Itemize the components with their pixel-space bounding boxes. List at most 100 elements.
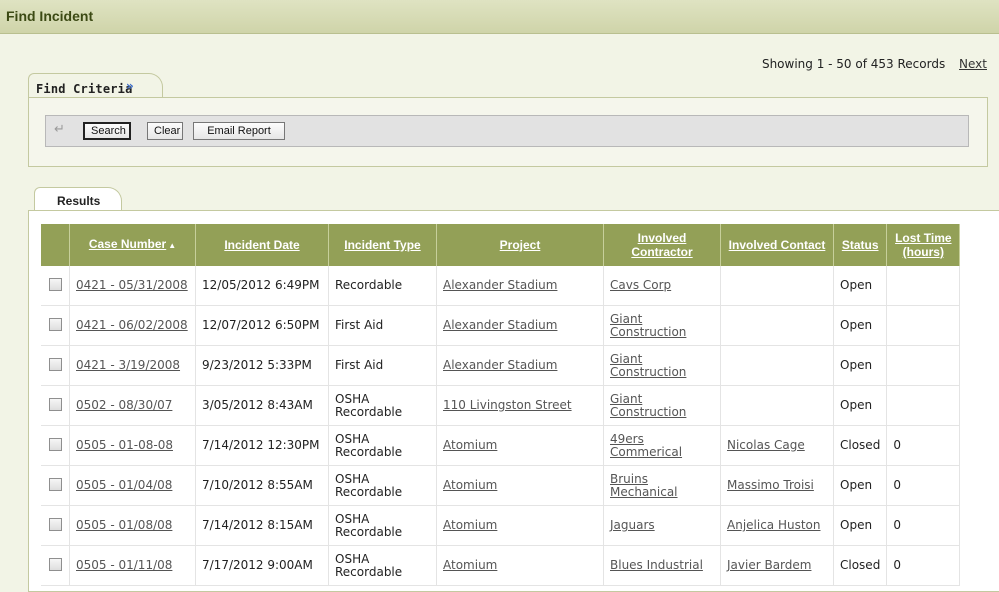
involved-contact-header-label[interactable]: Involved Contact <box>729 238 826 252</box>
incident-type-cell: First Aid <box>328 345 437 386</box>
status-header-label[interactable]: Status <box>842 238 879 252</box>
case-number-cell: 0421 - 05/31/2008 <box>69 266 196 306</box>
case-number-link[interactable]: 0421 - 3/19/2008 <box>76 358 180 372</box>
table-row: 0505 - 01/08/08 7/14/2012 8:15AM OSHA Reco… <box>41 505 961 546</box>
column-header-case-number[interactable]: Case Number ▲ <box>69 224 196 266</box>
case-number-link[interactable]: 0505 - 01/11/08 <box>76 558 172 572</box>
lost-time-header-label[interactable]: Lost Time (hours) <box>895 231 951 259</box>
case-number-link[interactable]: 0421 - 05/31/2008 <box>76 278 188 292</box>
project-cell: 110 Livingston Street <box>436 385 604 426</box>
contact-cell: Anjelica Huston <box>720 505 834 546</box>
contractor-link[interactable]: Giant Construction <box>610 392 686 419</box>
row-checkbox[interactable] <box>48 517 62 531</box>
project-link[interactable]: Alexander Stadium <box>443 318 557 332</box>
project-link[interactable]: Atomium <box>443 438 497 452</box>
row-checkbox[interactable] <box>48 317 62 331</box>
contractor-link[interactable]: 49ers Commerical <box>610 432 682 459</box>
incident-date-cell: 7/14/2012 12:30PM <box>195 425 329 466</box>
row-checkbox[interactable] <box>48 277 62 291</box>
select-column-header <box>41 224 70 266</box>
column-header-lost-time[interactable]: Lost Time (hours) <box>886 224 961 266</box>
project-link[interactable]: Alexander Stadium <box>443 278 557 292</box>
contractor-link[interactable]: Giant Construction <box>610 352 686 379</box>
row-checkbox[interactable] <box>48 357 62 371</box>
email-report-button[interactable]: Email Report <box>193 122 285 140</box>
case-number-link[interactable]: 0505 - 01/04/08 <box>76 478 172 492</box>
back-arrow-icon[interactable]: ↵ <box>54 122 65 137</box>
table-row: 0421 - 06/02/2008 12/07/2012 6:50PM First … <box>41 305 961 346</box>
contractor-link[interactable]: Giant Construction <box>610 312 686 339</box>
lost-time-cell: 0 <box>886 465 961 506</box>
incident-date-cell: 3/05/2012 8:43AM <box>195 385 329 426</box>
project-cell: Alexander Stadium <box>436 305 604 346</box>
row-checkbox[interactable] <box>48 397 62 411</box>
incident-date-cell: 12/07/2012 6:50PM <box>195 305 329 346</box>
column-header-project[interactable]: Project <box>436 224 604 266</box>
case-number-link[interactable]: 0505 - 01-08-08 <box>76 438 173 452</box>
status-cell: Open <box>833 505 888 546</box>
incident-date-cell: 7/17/2012 9:00AM <box>195 545 329 586</box>
row-checkbox[interactable] <box>48 477 62 491</box>
column-header-incident-type[interactable]: Incident Type <box>328 224 437 266</box>
contact-link[interactable]: Massimo Troisi <box>727 478 814 492</box>
lost-time-cell <box>886 305 961 346</box>
contact-link[interactable]: Nicolas Cage <box>727 438 805 452</box>
incident-date-header-label[interactable]: Incident Date <box>224 238 299 252</box>
status-cell: Closed <box>833 425 888 466</box>
contact-link[interactable]: Javier Bardem <box>727 558 811 572</box>
case-number-cell: 0505 - 01-08-08 <box>69 425 196 466</box>
page-title: Find Incident <box>6 8 94 24</box>
column-header-involved-contact[interactable]: Involved Contact <box>720 224 834 266</box>
status-cell: Open <box>833 266 888 306</box>
table-row: 0502 - 08/30/07 3/05/2012 8:43AM OSHA Reco… <box>41 385 961 426</box>
case-number-link[interactable]: 0505 - 01/08/08 <box>76 518 172 532</box>
row-select-cell <box>41 425 70 466</box>
project-link[interactable]: 110 Livingston Street <box>443 398 572 412</box>
double-chevron-down-icon[interactable]: » <box>126 79 134 93</box>
row-select-cell <box>41 385 70 426</box>
case-number-link[interactable]: 0502 - 08/30/07 <box>76 398 172 412</box>
project-cell: Atomium <box>436 425 604 466</box>
contractor-link[interactable]: Jaguars <box>610 518 655 532</box>
case-number-header-label[interactable]: Case Number <box>89 237 166 251</box>
find-criteria-tab[interactable]: Find Criteria » <box>28 73 163 98</box>
row-select-cell <box>41 305 70 346</box>
incident-type-header-label[interactable]: Incident Type <box>344 238 420 252</box>
project-link[interactable]: Atomium <box>443 478 497 492</box>
column-header-involved-contractor[interactable]: Involved Contractor <box>603 224 721 266</box>
contact-cell: Massimo Troisi <box>720 465 834 506</box>
incident-date-cell: 12/05/2012 6:49PM <box>195 266 329 306</box>
find-criteria-label: Find Criteria <box>36 82 133 96</box>
column-header-status[interactable]: Status <box>833 224 888 266</box>
project-link[interactable]: Atomium <box>443 558 497 572</box>
incident-type-cell: OSHA Recordable <box>328 545 437 586</box>
contractor-cell: Blues Industrial <box>603 545 721 586</box>
contractor-cell: Giant Construction <box>603 305 721 346</box>
contractor-link[interactable]: Bruins Mechanical <box>610 472 678 499</box>
project-link[interactable]: Alexander Stadium <box>443 358 557 372</box>
row-checkbox[interactable] <box>48 557 62 571</box>
contact-link[interactable]: Anjelica Huston <box>727 518 821 532</box>
record-count: Showing 1 - 50 of 453 Records <box>761 57 946 71</box>
incident-type-cell: First Aid <box>328 305 437 346</box>
search-button[interactable]: Search <box>83 122 131 140</box>
results-tab[interactable]: Results <box>34 187 122 212</box>
involved-contractor-header-label[interactable]: Involved Contractor <box>631 231 692 259</box>
row-select-cell <box>41 465 70 506</box>
contractor-cell: 49ers Commerical <box>603 425 721 466</box>
case-number-cell: 0421 - 06/02/2008 <box>69 305 196 346</box>
row-select-cell <box>41 545 70 586</box>
project-header-label[interactable]: Project <box>500 238 541 252</box>
row-select-cell <box>41 505 70 546</box>
contractor-link[interactable]: Cavs Corp <box>610 278 671 292</box>
contractor-cell: Giant Construction <box>603 345 721 386</box>
case-number-link[interactable]: 0421 - 06/02/2008 <box>76 318 188 332</box>
contractor-link[interactable]: Blues Industrial <box>610 558 703 572</box>
project-cell: Alexander Stadium <box>436 266 604 306</box>
row-checkbox[interactable] <box>48 437 62 451</box>
next-page-link[interactable]: Next <box>959 57 987 71</box>
project-link[interactable]: Atomium <box>443 518 497 532</box>
column-header-incident-date[interactable]: Incident Date <box>195 224 329 266</box>
row-select-cell <box>41 345 70 386</box>
clear-button[interactable]: Clear <box>147 122 183 140</box>
